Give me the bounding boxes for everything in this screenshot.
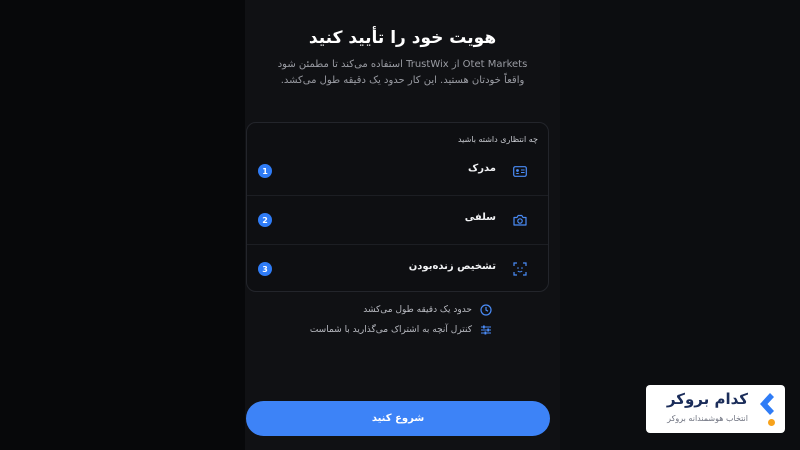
page-subtitle: Otet Markets از TrustWix استفاده می‌کند …: [277, 59, 528, 86]
brand-logo-icon: [760, 393, 774, 415]
control-text: کنترل آنچه به اشتراک می‌گذارید با شماست: [309, 325, 472, 335]
duration-info: حدود یک دقیقه طول می‌کشد: [363, 304, 492, 316]
step-label: سلفی: [464, 212, 496, 223]
sliders-icon: [480, 324, 492, 336]
expectations-heading: چه انتظاری داشته باشید: [457, 135, 538, 144]
page-title: هویت خود را تأیید کنید: [308, 28, 497, 48]
brand-dot-icon: [768, 419, 775, 426]
brand-tagline: انتخاب هوشمندانه بروکر: [667, 414, 748, 423]
step-number-badge: 1: [258, 164, 272, 178]
id-card-icon: [513, 164, 527, 178]
step-label: تشخیص زنده‌بودن: [408, 261, 496, 272]
privacy-info: کنترل آنچه به اشتراک می‌گذارید با شماست: [310, 324, 492, 336]
brand-name: کدام بروکر: [666, 390, 748, 408]
step-number-badge: 3: [258, 262, 272, 276]
start-button[interactable]: شروع کنید: [246, 401, 550, 436]
duration-text: حدود یک دقیقه طول می‌کشد: [363, 305, 472, 315]
step-document: مدرک 1: [247, 147, 548, 196]
step-label: مدرک: [468, 163, 496, 174]
step-selfie: سلفی 2: [247, 196, 548, 245]
step-number-badge: 2: [258, 213, 272, 227]
brand-watermark: کدام بروکر انتخاب هوشمندانه بروکر: [646, 385, 785, 433]
left-background: [0, 0, 245, 450]
right-background: [560, 0, 800, 450]
step-liveness: تشخیص زنده‌بودن 3: [247, 245, 548, 293]
face-scan-icon: [513, 262, 527, 276]
expectations-card: چه انتظاری داشته باشید مدرک 1 سلفی 2 تشخ…: [246, 122, 549, 292]
clock-icon: [480, 304, 492, 316]
camera-icon: [513, 213, 527, 227]
